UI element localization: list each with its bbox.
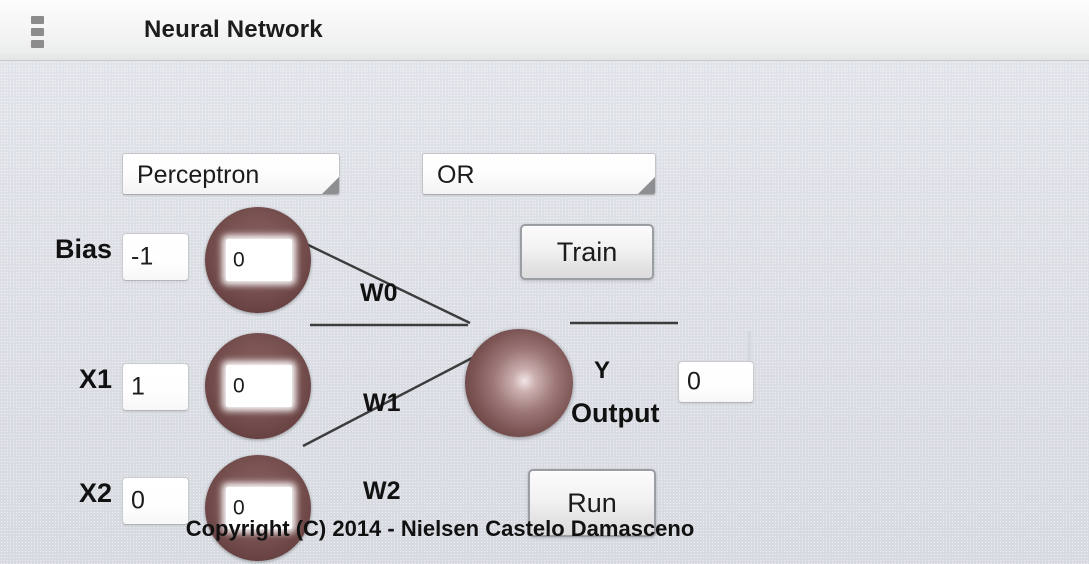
network-type-value: Perceptron: [137, 161, 260, 189]
x2-label: X2: [78, 478, 112, 508]
overflow-dot-1: [30, 16, 44, 24]
weight-w0-value: 0: [233, 248, 245, 272]
x2-input-value: 0: [131, 486, 145, 515]
overflow-dot-3: [30, 40, 44, 48]
network-type-spinner[interactable]: Perceptron: [122, 153, 340, 195]
train-button[interactable]: Train: [520, 224, 654, 280]
logic-function-spinner[interactable]: OR: [422, 153, 656, 195]
output-value: 0: [687, 367, 701, 396]
weight-w1-label: W1: [363, 389, 401, 417]
run-button-label: Run: [567, 487, 617, 518]
overflow-dot-2: [30, 28, 44, 36]
x1-label: X1: [78, 364, 112, 394]
output-caption: Output: [571, 398, 660, 428]
bias-input[interactable]: -1: [122, 233, 189, 281]
weight-w0-label: W0: [360, 279, 398, 307]
output-axis-label: Y: [594, 357, 611, 384]
spinner-arrow-icon: [322, 177, 339, 194]
logic-function-value: OR: [437, 161, 475, 189]
weight-w1-input[interactable]: 0: [226, 365, 292, 407]
train-button-label: Train: [556, 236, 618, 267]
x1-input-value: 1: [131, 372, 145, 401]
weight-w1-value: 0: [233, 374, 245, 398]
weight-w0-input[interactable]: 0: [226, 239, 292, 281]
overflow-menu-icon[interactable]: [29, 16, 45, 48]
bias-label: Bias: [54, 234, 112, 264]
x1-input[interactable]: 1: [122, 363, 189, 411]
copyright-text: Copyright (C) 2014 - Nielsen Castelo Dam…: [185, 516, 695, 541]
app-title: Neural Network: [144, 16, 323, 43]
weight-w2-label: W2: [363, 477, 401, 505]
spinner-arrow-icon: [638, 177, 655, 194]
content-area: Perceptron OR Bias -1 0 W0 X1 1 0 W1 X2 …: [0, 61, 1089, 564]
neuron-output: [465, 329, 573, 437]
bias-input-value: -1: [131, 242, 154, 271]
action-bar: Neural Network: [0, 0, 1089, 61]
output-field[interactable]: 0: [678, 361, 754, 403]
app-window: Neural Network Perceptron OR Bias -1 0 W…: [0, 0, 1089, 564]
